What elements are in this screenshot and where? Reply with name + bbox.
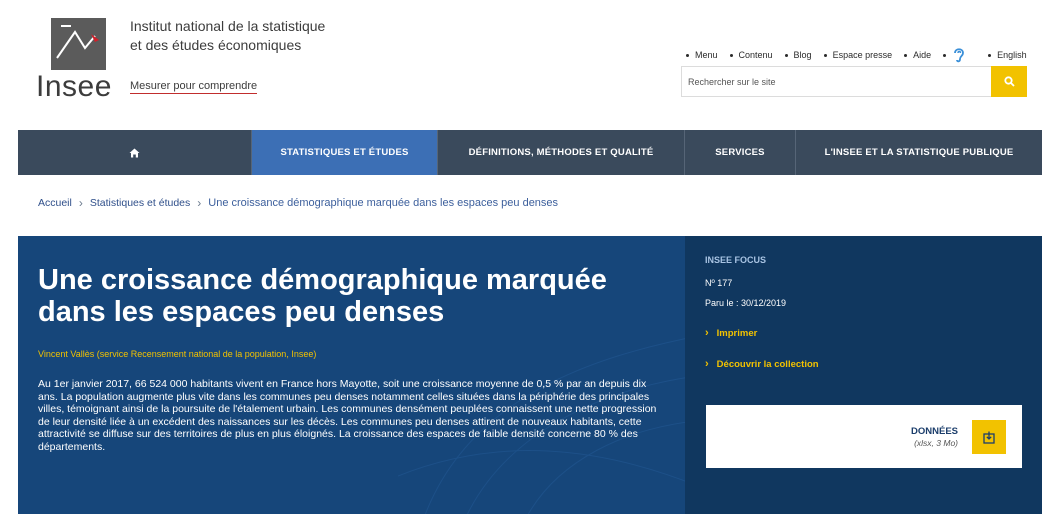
nav-statistiques-etudes[interactable]: STATISTIQUES ET ÉTUDES [252, 130, 438, 175]
breadcrumb: Accueil › Statistiques et études › Une c… [38, 196, 558, 210]
print-link-label: Imprimer [716, 327, 758, 339]
chevron-right-icon: › [705, 327, 709, 339]
top-link-aide[interactable]: Aide [904, 50, 931, 60]
breadcrumb-accueil[interactable]: Accueil [38, 197, 72, 209]
nav-services[interactable]: SERVICES [685, 130, 796, 175]
top-link-menu[interactable]: Menu [686, 50, 718, 60]
insee-logo[interactable]: Insee [36, 18, 118, 103]
top-link-accessibility[interactable] [943, 46, 976, 64]
top-link-contenu[interactable]: Contenu [729, 50, 773, 60]
nav-home[interactable] [18, 130, 252, 175]
collection-label: INSEE FOCUS [705, 255, 767, 265]
ear-icon [954, 48, 965, 63]
top-links: Menu Contenu Blog Espace presse Aide Eng… [686, 46, 1039, 64]
top-link-english[interactable]: English [988, 50, 1027, 60]
search-icon [1003, 76, 1015, 87]
article-abstract: Au 1er janvier 2017, 66 524 000 habitant… [38, 378, 657, 453]
org-name-line2: et des études économiques [130, 37, 302, 53]
issue-number: Nº 177 [705, 278, 733, 288]
tagline[interactable]: Mesurer pour comprendre [130, 80, 258, 94]
banner-main-panel: Une croissance démographique marquée dan… [18, 236, 698, 514]
top-link-blog[interactable]: Blog [784, 50, 812, 60]
org-name-line1: Institut national de la statistique [130, 18, 326, 34]
data-download-card: DONNÉES (xlsx, 3 Mo) [706, 405, 1022, 468]
breadcrumb-separator-icon: › [197, 196, 202, 210]
nav-insee-statistique-publique[interactable]: L'INSEE ET LA STATISTIQUE PUBLIQUE [796, 130, 1042, 175]
nav-definitions-methodes[interactable]: DÉFINITIONS, MÉTHODES ET QUALITÉ [438, 130, 685, 175]
collection-link-label: Découvrir la collection [716, 358, 819, 370]
data-file-info: (xlsx, 3 Mo) [914, 438, 958, 448]
banner-side-panel [685, 236, 1042, 514]
breadcrumb-current: Une croissance démographique marquée dan… [208, 197, 559, 209]
breadcrumb-separator-icon: › [78, 196, 83, 210]
article-banner: Une croissance démographique marquée dan… [18, 236, 1042, 514]
article-title: Une croissance démographique marquée dan… [38, 264, 607, 328]
search-button[interactable] [991, 66, 1027, 97]
logo-wordmark: Insee [36, 70, 112, 103]
chevron-right-icon: › [705, 358, 709, 370]
search-box [681, 66, 1027, 97]
logo-emblem-icon [51, 18, 106, 70]
organization-name: Institut national de la statistique et d… [130, 17, 390, 55]
article-author[interactable]: Vincent Vallès (service Recensement nati… [38, 349, 316, 359]
breadcrumb-statistiques[interactable]: Statistiques et études [90, 197, 190, 209]
download-button[interactable] [972, 420, 1006, 454]
publication-date: Paru le : 30/12/2019 [705, 298, 787, 308]
download-icon [983, 431, 995, 444]
page: Insee Institut national de la statistiqu… [0, 0, 1061, 528]
search-input[interactable] [682, 67, 1006, 96]
data-title: DONNÉES [911, 426, 958, 437]
site-header: Insee Institut national de la statistiqu… [18, 0, 1042, 130]
collection-link[interactable]: › Découvrir la collection [705, 358, 819, 370]
home-icon [129, 148, 140, 157]
top-link-espace-presse[interactable]: Espace presse [823, 50, 892, 60]
main-nav: STATISTIQUES ET ÉTUDES DÉFINITIONS, MÉTH… [18, 130, 1042, 175]
print-link[interactable]: › Imprimer [705, 327, 757, 339]
